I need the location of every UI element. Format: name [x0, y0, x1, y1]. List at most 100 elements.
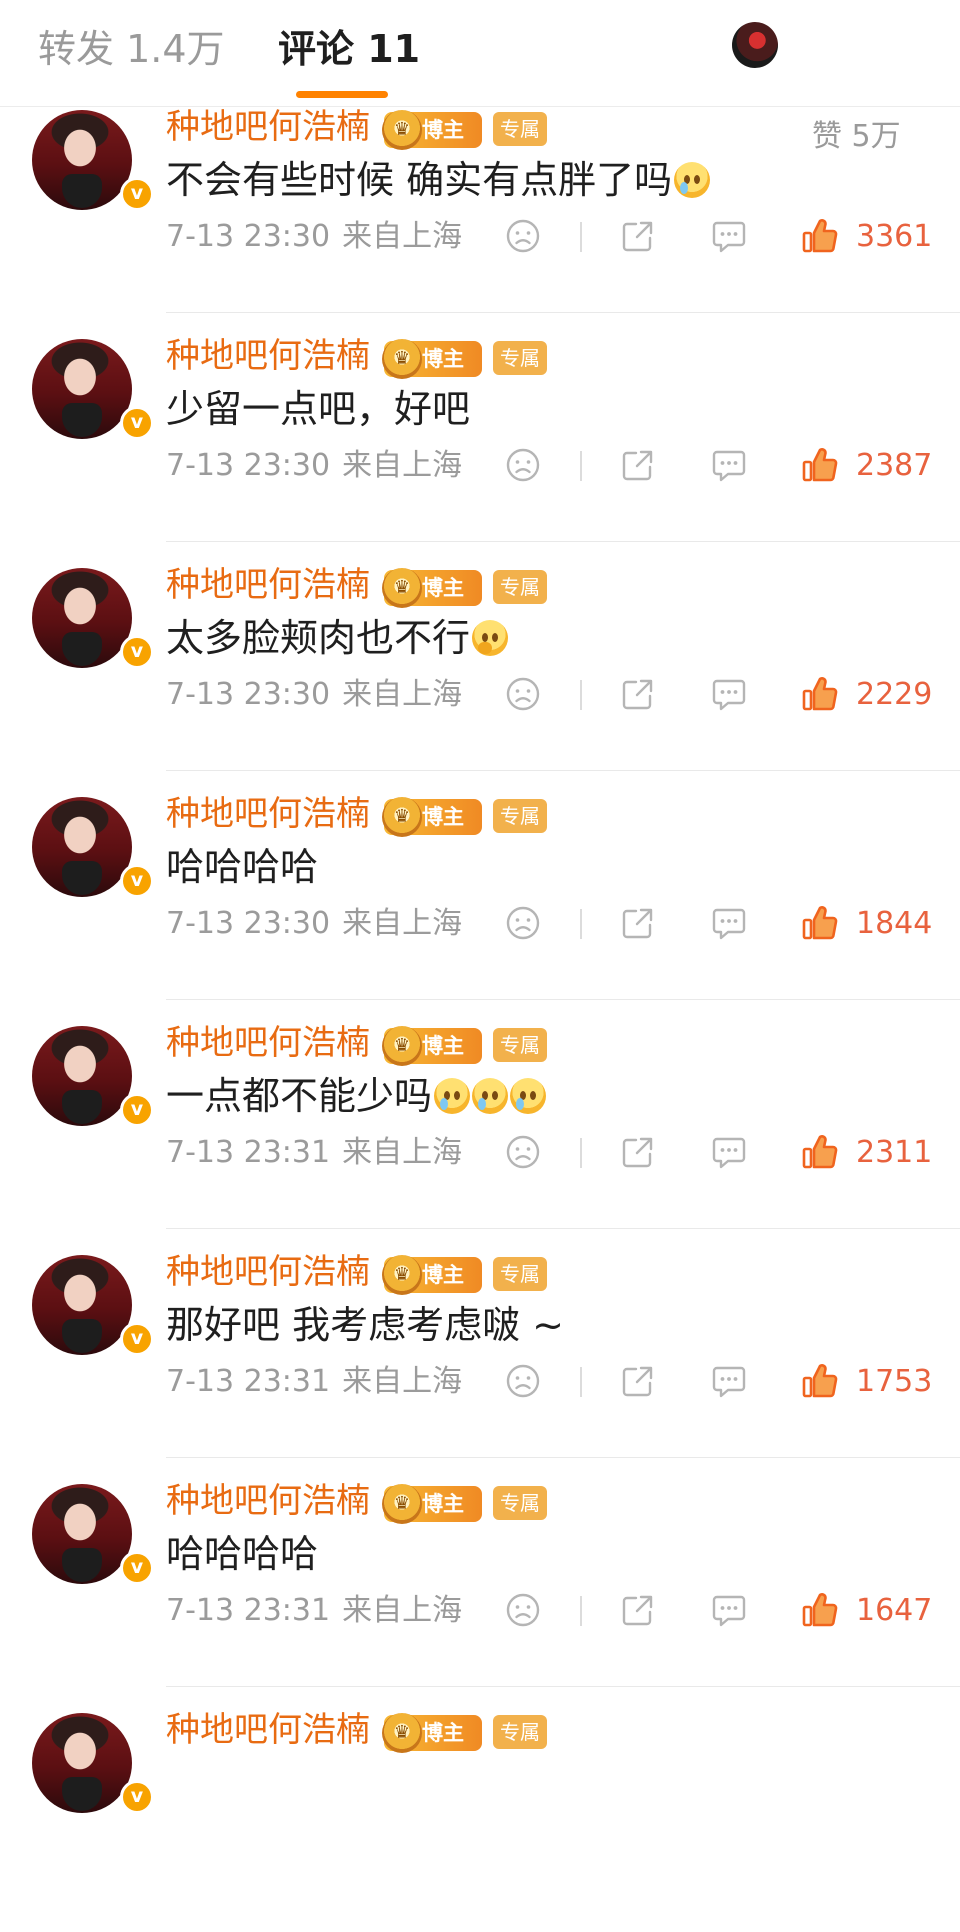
- username[interactable]: 种地吧何浩楠: [166, 1021, 370, 1065]
- crown-icon: ♛: [382, 1255, 422, 1295]
- host-badge-label: 博主: [422, 805, 464, 829]
- comment-meta: 7-13 23:31 来自上海: [166, 1362, 462, 1402]
- comment-item: v 种地吧何浩楠 ♛ 博主 专属: [0, 1703, 960, 1932]
- verified-badge-icon: v: [120, 864, 154, 898]
- comment-time: 7-13 23:31: [166, 1364, 331, 1399]
- like-thumb-icon[interactable]: [800, 674, 840, 714]
- action-separator: [580, 451, 582, 481]
- user-avatar[interactable]: v: [32, 110, 154, 211]
- comment-text: 太多脸颊肉也不行: [166, 613, 509, 663]
- crown-icon: ♛: [382, 1484, 422, 1524]
- user-avatar[interactable]: v: [32, 568, 154, 669]
- like-thumb-icon[interactable]: [800, 1361, 840, 1401]
- like-count: 2311: [856, 1135, 933, 1170]
- host-badge-label: 博主: [422, 1034, 464, 1058]
- like-thumb-icon[interactable]: [800, 903, 840, 943]
- dislike-icon[interactable]: [503, 674, 543, 714]
- comment-text-body: 那好吧 我考虑考虑啵 ~: [166, 1303, 564, 1347]
- username[interactable]: 种地吧何浩楠: [166, 1708, 370, 1752]
- tab-reposts[interactable]: 转发 1.4万: [38, 24, 225, 74]
- user-avatar[interactable]: v: [32, 797, 154, 898]
- tear-mark: [478, 1098, 487, 1110]
- host-badge: ♛ 博主: [382, 1255, 482, 1295]
- user-avatar[interactable]: v: [32, 1484, 154, 1585]
- like-thumb-icon[interactable]: [800, 216, 840, 256]
- dislike-icon[interactable]: [503, 445, 543, 485]
- like-thumb-icon[interactable]: [800, 445, 840, 485]
- comment-text: 哈哈哈哈: [166, 1529, 318, 1579]
- comment-divider: [166, 1457, 960, 1458]
- active-tab-indicator: [296, 91, 388, 98]
- exclusive-badge: 专属: [493, 570, 547, 604]
- dislike-icon[interactable]: [503, 216, 543, 256]
- reply-icon[interactable]: [709, 445, 749, 485]
- action-separator: [580, 909, 582, 939]
- crown-icon: ♛: [382, 110, 422, 150]
- user-avatar[interactable]: v: [32, 339, 154, 440]
- user-avatar[interactable]: v: [32, 1255, 154, 1356]
- like-count: 1647: [856, 1593, 933, 1628]
- comment-location: 来自上海: [342, 219, 463, 254]
- comment-text: 少留一点吧，好吧: [166, 384, 470, 434]
- comment-item: v 种地吧何浩楠 ♛ 博主 专属 少留一点吧，好吧 7-13 23:30 来自上海…: [0, 329, 960, 558]
- reply-icon[interactable]: [709, 903, 749, 943]
- comment-text-body: 一点都不能少吗: [166, 1074, 433, 1118]
- share-icon[interactable]: [618, 1361, 658, 1401]
- share-icon[interactable]: [618, 903, 658, 943]
- share-icon[interactable]: [618, 674, 658, 714]
- reply-icon[interactable]: [709, 1361, 749, 1401]
- username[interactable]: 种地吧何浩楠: [166, 792, 370, 836]
- like-count: 3361: [856, 219, 933, 254]
- crown-icon: ♛: [382, 1713, 422, 1753]
- reply-icon[interactable]: [709, 216, 749, 256]
- exclusive-badge: 专属: [493, 1257, 547, 1291]
- user-avatar[interactable]: v: [32, 1026, 154, 1127]
- username[interactable]: 种地吧何浩楠: [166, 105, 370, 149]
- share-icon[interactable]: [618, 1132, 658, 1172]
- comment-text: 那好吧 我考虑考虑啵 ~: [166, 1300, 564, 1350]
- user-avatar[interactable]: v: [32, 1713, 154, 1814]
- username[interactable]: 种地吧何浩楠: [166, 563, 370, 607]
- avatar-figure: [62, 632, 102, 666]
- reply-icon[interactable]: [709, 674, 749, 714]
- host-badge: ♛ 博主: [382, 1026, 482, 1066]
- comment-text: 哈哈哈哈: [166, 842, 318, 892]
- comment-text-body: 太多脸颊肉也不行: [166, 616, 471, 660]
- host-badge: ♛ 博主: [382, 339, 482, 379]
- comment-divider: [166, 312, 960, 313]
- liker-avatar[interactable]: [732, 22, 778, 68]
- username[interactable]: 种地吧何浩楠: [166, 334, 370, 378]
- host-badge-label: 博主: [422, 1721, 464, 1745]
- comment-meta: 7-13 23:31 来自上海: [166, 1133, 462, 1173]
- dislike-icon[interactable]: [503, 1361, 543, 1401]
- host-badge-label: 博主: [422, 1492, 464, 1516]
- crying-face-emoji-icon: [510, 1078, 547, 1114]
- username[interactable]: 种地吧何浩楠: [166, 1250, 370, 1294]
- comment-tabs-header: 转发 1.4万 评论 11 赞 5万: [0, 0, 960, 154]
- comment-meta: 7-13 23:30 来自上海: [166, 446, 462, 486]
- like-count: 2387: [856, 448, 933, 483]
- dislike-icon[interactable]: [503, 1132, 543, 1172]
- share-icon[interactable]: [618, 1590, 658, 1630]
- tear-mark: [440, 1098, 449, 1110]
- reply-icon[interactable]: [709, 1132, 749, 1172]
- comment-location: 来自上海: [342, 1593, 463, 1628]
- comment-divider: [166, 541, 960, 542]
- dislike-icon[interactable]: [503, 903, 543, 943]
- crown-icon: ♛: [382, 797, 422, 837]
- share-icon[interactable]: [618, 445, 658, 485]
- comment-meta: 7-13 23:30 来自上海: [166, 675, 462, 715]
- dislike-icon[interactable]: [503, 1590, 543, 1630]
- reply-icon[interactable]: [709, 1590, 749, 1630]
- like-thumb-icon[interactable]: [800, 1590, 840, 1630]
- hand-mark: [478, 642, 493, 654]
- comment-text-body: 哈哈哈哈: [166, 1532, 319, 1576]
- comment-location: 来自上海: [342, 677, 463, 712]
- comment-location: 来自上海: [342, 448, 463, 483]
- avatar-figure: [62, 1319, 102, 1353]
- tab-comments[interactable]: 评论 11: [278, 24, 420, 74]
- like-count: 2229: [856, 677, 933, 712]
- like-thumb-icon[interactable]: [800, 1132, 840, 1172]
- username[interactable]: 种地吧何浩楠: [166, 1479, 370, 1523]
- share-icon[interactable]: [618, 216, 658, 256]
